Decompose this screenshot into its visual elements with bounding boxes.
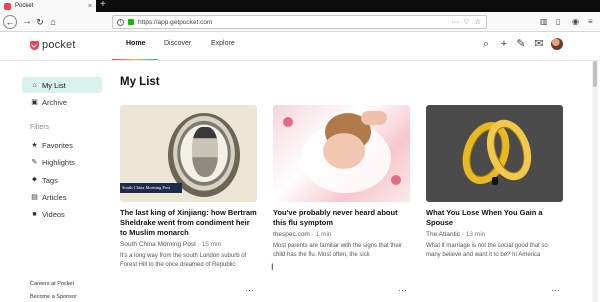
image-caption-band: South China Morning Post [120, 183, 182, 193]
card-more-actions-icon[interactable]: ··· [551, 285, 560, 295]
portrait-figure [192, 127, 218, 177]
article-card[interactable]: What You Lose When You Gain a Spouse The… [426, 105, 563, 260]
add-icon[interactable]: + [497, 37, 511, 51]
article-thumbnail[interactable] [273, 105, 410, 202]
library-icon[interactable]: ▥ [540, 14, 548, 30]
sidebar-item-archive[interactable]: ▣ Archive [22, 94, 102, 110]
page-title: My List [120, 76, 160, 88]
inbox-icon[interactable]: ✉ [532, 37, 546, 51]
search-icon[interactable]: ⌕ [479, 37, 493, 51]
bookmark-star-icon[interactable]: ☆ [475, 18, 481, 26]
sidebar-item-label: Articles [42, 192, 67, 202]
pattern-dot [391, 175, 401, 185]
sidebar-item-label: My List [42, 80, 66, 90]
article-read-time: 1 min [315, 231, 332, 238]
article-card[interactable]: South China Morning Post The last king o… [120, 105, 257, 270]
article-title[interactable]: What You Lose When You Gain a Spouse [426, 208, 563, 228]
star-icon: ★ [31, 142, 38, 149]
scrollbar-thumb[interactable] [593, 61, 597, 87]
article-source[interactable]: South China Morning Post [120, 241, 196, 248]
figurine-shape [492, 177, 498, 185]
article-source[interactable]: The Atlantic [426, 231, 460, 238]
firefox-account-icon[interactable]: ◉ [572, 14, 579, 30]
card-more-actions-icon[interactable]: ··· [398, 285, 407, 295]
highlighter-pen-icon[interactable]: ✎ [514, 37, 528, 51]
home-button[interactable]: ⌂ [46, 14, 60, 30]
article-excerpt: It's a long way from the south London su… [120, 253, 247, 268]
menu-icon[interactable]: ≡ [588, 14, 593, 30]
article-meta: The Atlantic · 13 min [426, 231, 486, 238]
home-icon: ⌂ [32, 81, 37, 89]
sidebar-item-tags[interactable]: ⬥ Tags [22, 172, 102, 188]
article-icon: ▤ [31, 194, 38, 201]
tab-title: Pocket [15, 3, 34, 9]
browser-nav-bar: ← → ↻ ⌂ i https://app.getpocket.com ··· … [0, 12, 600, 32]
url-bar[interactable]: i https://app.getpocket.com ··· ♡ ☆ [112, 15, 487, 29]
article-title[interactable]: You've probably never heard about this f… [273, 208, 410, 228]
logo-text: pocket [42, 39, 76, 51]
sidebar-item-articles[interactable]: ▤ Articles [22, 189, 102, 205]
article-read-time: 13 min [465, 231, 486, 238]
new-tab-button[interactable]: + [100, 0, 106, 10]
video-icon: ■ [32, 210, 37, 218]
reload-button[interactable]: ↻ [33, 14, 47, 30]
article-title[interactable]: The last king of Xinjiang: how Bertram S… [120, 208, 257, 238]
article-read-time: 15 min [201, 241, 222, 248]
browser-tab[interactable]: Pocket × [0, 0, 96, 12]
sidebar-item-favorites[interactable]: ★ Favorites [22, 137, 102, 153]
pocket-logo-icon [30, 40, 39, 50]
filters-heading: Filters [30, 124, 50, 131]
header-divider [0, 60, 600, 61]
footer-link-sponsor[interactable]: Become a Sponsor [30, 294, 77, 300]
sidebar-item-label: Videos [42, 209, 65, 219]
tag-icon: ⬥ [32, 176, 37, 183]
article-card[interactable]: You've probably never heard about this f… [273, 105, 410, 260]
back-button[interactable]: ← [3, 15, 17, 29]
article-excerpt: Most parents are familiar with the signs… [273, 243, 403, 258]
browser-tab-bar: Pocket × + [0, 0, 600, 12]
footer-link-careers[interactable]: Careers at Pocket [30, 281, 74, 287]
sidebar-item-label: Favorites [42, 140, 73, 150]
nav-home[interactable]: Home [126, 40, 145, 47]
tab-close-icon[interactable]: × [88, 3, 92, 10]
sidebar-item-label: Highlights [42, 157, 75, 167]
sidebar-item-videos[interactable]: ■ Videos [22, 206, 102, 222]
article-source[interactable]: thespec.com [273, 231, 310, 238]
url-text[interactable]: https://app.getpocket.com [138, 19, 451, 26]
article-meta: South China Morning Post · 15 min [120, 241, 222, 248]
lock-icon[interactable] [128, 19, 134, 25]
archive-icon: ▣ [31, 99, 38, 106]
pocket-logo[interactable]: pocket [30, 39, 76, 51]
pocket-favicon-icon [4, 2, 11, 10]
avatar[interactable] [551, 38, 563, 50]
child-hand-shape [361, 111, 387, 125]
nav-discover[interactable]: Discover [164, 40, 191, 47]
pocket-header: pocket Home Discover Explore ⌕ + ✎ ✉ [0, 32, 600, 60]
article-thumbnail[interactable] [426, 105, 563, 202]
card-more-actions-icon[interactable]: ··· [245, 285, 254, 295]
forward-button[interactable]: → [20, 14, 34, 30]
sidebar-toggle-icon[interactable]: ▯ [556, 14, 560, 30]
sidebar-item-highlights[interactable]: ✎ Highlights [22, 154, 102, 170]
pocket-save-icon[interactable]: ♡ [463, 18, 469, 26]
pattern-dot [283, 117, 293, 127]
scrollbar[interactable] [592, 61, 598, 302]
sidebar-item-label: Archive [42, 97, 68, 107]
article-excerpt: What if marriage is not the social good … [426, 243, 548, 258]
sidebar-item-label: Tags [42, 175, 58, 185]
article-thumbnail[interactable]: South China Morning Post [120, 105, 257, 202]
article-meta: thespec.com · 1 min [273, 231, 332, 238]
info-icon[interactable]: i [117, 18, 124, 26]
nav-explore[interactable]: Explore [211, 40, 235, 47]
sidebar-item-my-list[interactable]: ⌂ My List [22, 77, 102, 93]
text-cursor-icon: I [271, 262, 274, 272]
child-face-shape [323, 133, 365, 169]
page-actions-icon[interactable]: ··· [451, 19, 458, 26]
highlighter-icon: ✎ [31, 159, 38, 166]
